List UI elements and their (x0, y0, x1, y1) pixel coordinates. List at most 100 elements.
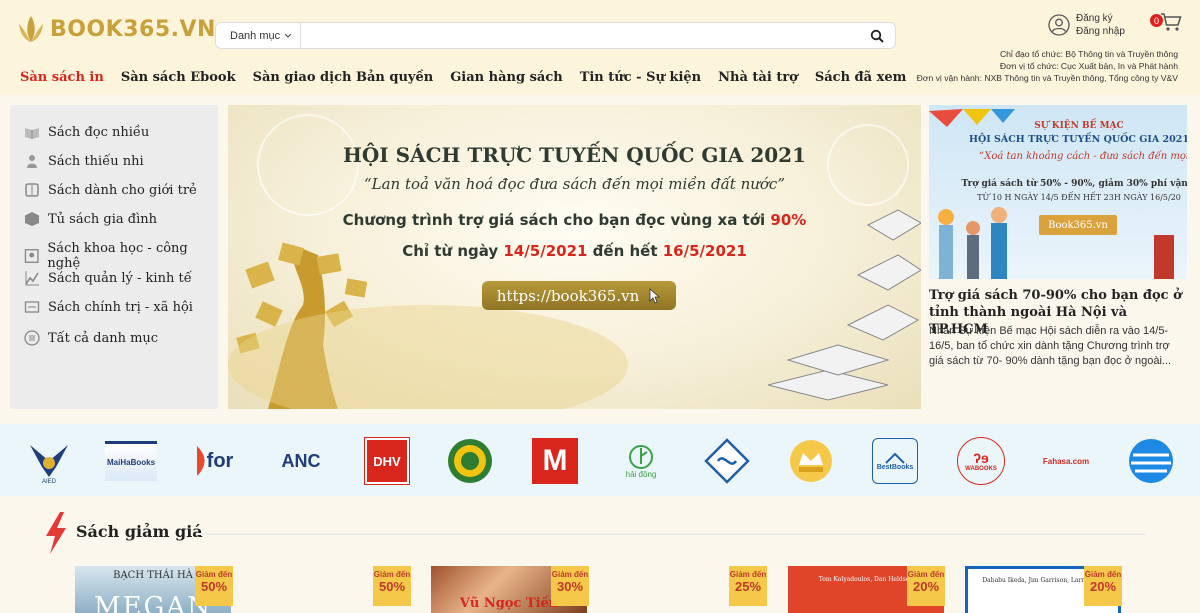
discount-badge: Giảm đến 50% (373, 566, 411, 606)
news-image-slogan: “Xoá tan khoảng cách - đưa sách đến mọi (978, 151, 1187, 162)
partner-logo-fahasa[interactable]: Fahasa.com (1040, 436, 1092, 486)
partner-logo-diamond[interactable] (702, 436, 752, 486)
partner-label: ANC (281, 450, 321, 471)
hero-banner[interactable]: HỘI SÁCH TRỰC TUYẾN QUỐC GIA 2021 “Lan t… (228, 105, 921, 409)
category-dropdown[interactable]: Danh mục (216, 23, 302, 48)
partner-label: DHV (373, 453, 401, 469)
news-image-tag: Book365.vn (1039, 215, 1117, 235)
partner-logo-m[interactable]: M (530, 436, 580, 486)
eagle-logo-icon: AIED (30, 445, 68, 485)
book-open-icon (25, 128, 39, 139)
youth-book-icon (25, 183, 39, 197)
banner-title: HỘI SÁCH TRỰC TUYẾN QUỐC GIA 2021 (342, 143, 807, 167)
category-sidebar: Sách đọc nhiều Sách thiếu nhi Sách dành … (10, 105, 218, 409)
organizer-info: Chỉ đạo tổ chức: Bộ Thông tin và Truyền … (917, 48, 1178, 84)
sidebar-item-politics[interactable]: Sách chính trị - xã hội (24, 299, 193, 315)
discount-percent: 20% (912, 579, 940, 594)
section-divider (198, 533, 1146, 535)
sidebar-item-family[interactable]: Tủ sách gia đình (24, 211, 157, 227)
sidebar-item-label: Tất cả danh mục (48, 330, 159, 346)
section-title-discount-books: Sách giảm giá (76, 522, 203, 541)
bunting-decoration (929, 109, 1174, 279)
society-icon (24, 301, 40, 313)
sidebar-item-all-categories[interactable]: Tất cả danh mục (24, 330, 158, 346)
info-line: Đơn vị tổ chức: Cục Xuất bản, In và Phát… (999, 61, 1178, 71)
partner-logo-seal[interactable] (445, 436, 495, 486)
sidebar-item-children[interactable]: Sách thiếu nhi (24, 153, 144, 169)
banner-url-text: https://book365.vn (496, 286, 640, 305)
site-header: BOOK365.VN Danh mục Đăng ký Đăng nhập 0 … (0, 0, 1200, 95)
discount-percent: 25% (734, 579, 762, 594)
nav-item-copyright-exchange[interactable]: Sàn giao dịch Bản quyền (253, 70, 434, 85)
sidebar-item-science[interactable]: Sách khoa học - công nghệ (24, 241, 218, 271)
list-icon (24, 330, 40, 346)
sidebar-item-label: Sách đọc nhiều (48, 124, 150, 140)
partner-logo-crown[interactable] (786, 436, 836, 486)
sidebar-item-most-read[interactable]: Sách đọc nhiều (24, 124, 149, 140)
cursor-icon (649, 287, 661, 304)
svg-text:AIED: AIED (42, 479, 57, 485)
sidebar-item-management[interactable]: Sách quản lý - kinh tế (24, 270, 192, 286)
sidebar-item-youth[interactable]: Sách dành cho giới trẻ (24, 182, 197, 198)
banner-slogan: “Lan toả văn hoá đọc đưa sách đến mọi mi… (363, 175, 786, 193)
discount-label: Giảm đến (1084, 570, 1122, 579)
discount-badge: Giảm đến 25% (729, 566, 767, 606)
crown-logo-icon (790, 440, 832, 482)
partner-label: MaiHaBooks (105, 441, 158, 481)
seal-logo-icon (448, 439, 492, 483)
diamond-logo-icon (704, 438, 750, 484)
sidebar-item-label: Tủ sách gia đình (48, 211, 157, 227)
news-card[interactable]: SỰ KIỆN BẾ MẠC HỘI SÁCH TRỰC TUYẾN QUỐC … (929, 105, 1187, 409)
partner-logo-hai-dong[interactable]: hải đông (616, 436, 666, 486)
partner-label: Fahasa.com (1042, 456, 1090, 466)
wabooks-mark-icon: ʔɘ (973, 450, 989, 466)
news-image-event: SỰ KIỆN BẾ MẠC (1034, 121, 1124, 131)
discount-percent: 50% (200, 579, 228, 594)
register-link[interactable]: Đăng ký (1076, 12, 1125, 25)
user-icon[interactable] (1048, 14, 1070, 36)
nav-item-print-books[interactable]: Sàn sách in (20, 70, 104, 85)
search-input[interactable] (301, 23, 859, 48)
category-dropdown-label: Danh mục (230, 29, 281, 42)
partner-logo-dhv[interactable]: DHV (362, 436, 412, 486)
nav-item-ebooks[interactable]: Sàn sách Ebook (121, 70, 236, 85)
discount-label: Giảm đến (551, 570, 589, 579)
partner-mark-icon (196, 446, 205, 476)
news-description: Nhân Sự kiện Bế mạc Hội sách diễn ra vào… (929, 325, 1172, 367)
nav-item-sponsors[interactable]: Nhà tài trợ (718, 70, 798, 85)
nav-item-news-events[interactable]: Tin tức - Sự kiện (580, 70, 701, 85)
partner-logo-bestbooks[interactable]: BestBooks (870, 436, 920, 486)
partner-logo-wabooks[interactable]: ʔɘ WABOOKS (956, 436, 1006, 486)
partner-logo-maihabooks[interactable]: MaiHaBooks (105, 436, 158, 486)
banner-support-line: Chương trình trợ giá sách cho bạn đọc vù… (228, 211, 921, 229)
nav-item-book-stores[interactable]: Gian hàng sách (450, 70, 563, 85)
news-image-event-name: HỘI SÁCH TRỰC TUYẾN QUỐC GIA 2021 (969, 134, 1187, 145)
banner-end-date: 16/5/2021 (662, 242, 747, 260)
partner-logo-anc[interactable]: ANC (276, 436, 326, 486)
search-icon (870, 29, 884, 43)
logo-text: BOOK365.VN (50, 16, 216, 42)
banner-url-button[interactable]: https://book365.vn (482, 281, 676, 310)
lotus-logo-icon (19, 16, 43, 42)
discount-label: Giảm đến (373, 570, 411, 579)
partner-logo-aied[interactable]: AIED (24, 436, 74, 486)
search-button[interactable] (859, 23, 895, 48)
cart-icon (1161, 13, 1182, 31)
site-logo[interactable]: BOOK365.VN (16, 12, 216, 46)
chart-icon (25, 271, 39, 286)
discount-badge: Giảm đến 20% (907, 566, 945, 606)
cart-button[interactable]: 0 (1150, 12, 1182, 34)
info-line: Chỉ đạo tổ chức: Bộ Thông tin và Truyền … (999, 49, 1178, 59)
partner-label: M (542, 444, 568, 477)
discount-percent: 30% (556, 579, 584, 594)
login-link[interactable]: Đăng nhập (1076, 25, 1125, 38)
sidebar-item-label: Sách chính trị - xã hội (48, 299, 193, 315)
banner-date-line: Chỉ từ ngày 14/5/2021 đến hết 16/5/2021 (228, 242, 921, 260)
discount-percent: 50% (378, 579, 406, 594)
partner-logo-for[interactable]: for (190, 436, 240, 486)
partner-logo-globe[interactable] (1126, 436, 1176, 486)
roof-icon (885, 452, 905, 464)
sidebar-item-label: Sách khoa học - công nghệ (47, 241, 188, 271)
nav-item-viewed-books[interactable]: Sách đã xem (815, 70, 907, 85)
news-image[interactable]: SỰ KIỆN BẾ MẠC HỘI SÁCH TRỰC TUYẾN QUỐC … (929, 105, 1187, 279)
